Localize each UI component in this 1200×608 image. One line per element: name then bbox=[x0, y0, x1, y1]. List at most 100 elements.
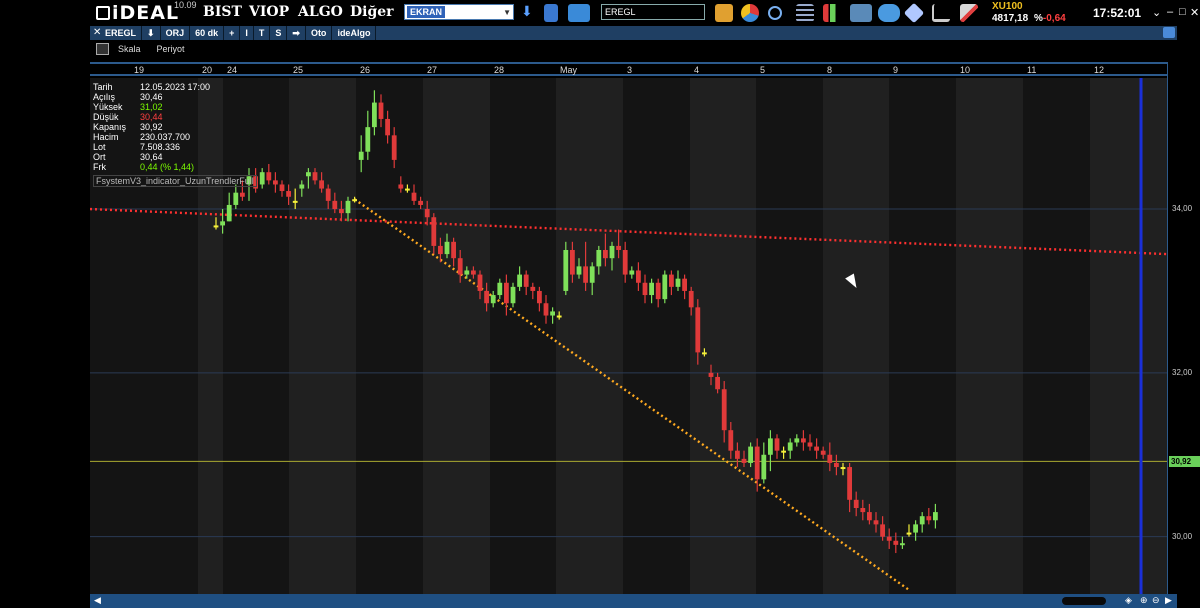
candle bbox=[721, 381, 727, 443]
info-key: Lot bbox=[93, 142, 106, 152]
current-price-label: 30,92 bbox=[1169, 456, 1200, 468]
close-button[interactable]: ✕ bbox=[1190, 6, 1199, 19]
candle-body bbox=[748, 446, 753, 463]
candle bbox=[820, 446, 826, 459]
toolbar-orj-button[interactable]: ORJ bbox=[161, 26, 191, 40]
info-key: Yüksek bbox=[93, 102, 123, 112]
candle bbox=[636, 262, 641, 291]
news-icon[interactable] bbox=[850, 4, 872, 22]
cube-icon[interactable] bbox=[903, 2, 925, 24]
candle-body bbox=[853, 499, 859, 508]
candle bbox=[213, 217, 219, 230]
candle bbox=[372, 90, 377, 136]
scroll-right-icon[interactable]: ▶ bbox=[1165, 595, 1172, 606]
candle-body bbox=[550, 311, 555, 316]
logo-mark-icon bbox=[96, 6, 110, 20]
chart-subbar: Skala Periyot bbox=[90, 40, 1177, 58]
candle-body bbox=[768, 438, 773, 455]
screen-select[interactable]: EKRAN ▼ bbox=[404, 4, 514, 20]
info-value: 30,46 bbox=[140, 92, 163, 102]
candle-body bbox=[787, 442, 793, 451]
candle bbox=[220, 209, 225, 234]
scroll-zoom-out-icon[interactable]: ⊖ bbox=[1152, 595, 1160, 606]
candle-body bbox=[834, 462, 839, 468]
candle-body bbox=[721, 389, 727, 431]
candle bbox=[266, 164, 272, 185]
candles-icon[interactable] bbox=[823, 4, 841, 22]
download-arrow-icon[interactable]: ⬇ bbox=[521, 3, 533, 21]
candle-body bbox=[484, 290, 489, 304]
scale-button[interactable]: Skala bbox=[118, 44, 141, 54]
toolbar-period-button[interactable]: 60 dk bbox=[190, 26, 225, 40]
scroll-left-icon[interactable]: ◀ bbox=[94, 595, 101, 606]
candle-body bbox=[616, 245, 621, 250]
candle-body bbox=[464, 270, 470, 275]
menu-viop[interactable]: VIOP bbox=[249, 4, 289, 20]
toolbar-add-button[interactable]: + bbox=[224, 26, 241, 40]
toolbar-arrow-button[interactable]: ➡ bbox=[287, 26, 306, 40]
maximize-button[interactable]: □ bbox=[1179, 6, 1186, 18]
cart-icon[interactable] bbox=[932, 4, 950, 22]
candle bbox=[814, 438, 819, 459]
toolbar-t-button[interactable]: T bbox=[254, 26, 271, 40]
toolbar-down-button[interactable]: ⬇ bbox=[142, 26, 161, 40]
monitor-icon[interactable] bbox=[568, 4, 590, 22]
candle bbox=[629, 266, 635, 279]
candle-body bbox=[880, 524, 885, 537]
candle bbox=[919, 512, 925, 533]
scroll-zoom-icon[interactable]: ◈ bbox=[1125, 595, 1132, 606]
chart-plot-area[interactable] bbox=[90, 78, 1167, 594]
candle-body bbox=[438, 245, 443, 255]
date-axis: 19 20 24 25 26 27 28 May 3 4 5 8 9 10 11 12 bbox=[90, 62, 1167, 76]
toolbar-oto-button[interactable]: Oto bbox=[306, 26, 333, 40]
candle-body bbox=[352, 199, 357, 202]
scroll-zoom-in-icon[interactable]: ⊕ bbox=[1140, 595, 1148, 606]
candle-body bbox=[702, 352, 707, 355]
search-icon[interactable] bbox=[768, 6, 782, 20]
cloud-icon[interactable] bbox=[878, 4, 900, 22]
period-button[interactable]: Periyot bbox=[157, 44, 185, 54]
symbol-input[interactable]: EREGL bbox=[601, 4, 705, 20]
collapse-button[interactable]: ⌄ bbox=[1152, 6, 1161, 19]
info-key: Kapanış bbox=[93, 122, 127, 132]
horizontal-scrollbar[interactable]: ◀ ◈ ⊕ ⊖ ▶ bbox=[90, 594, 1177, 608]
candle-body bbox=[596, 250, 602, 267]
info-row: Düşük 30,44 bbox=[93, 112, 213, 122]
candle bbox=[589, 262, 595, 296]
info-row: Ort 30,64 bbox=[93, 152, 213, 162]
note-icon[interactable] bbox=[715, 4, 733, 22]
candle bbox=[576, 258, 582, 279]
twitter-icon[interactable] bbox=[1163, 27, 1175, 38]
toolbar-s-button[interactable]: S bbox=[270, 26, 288, 40]
info-row: Frk 0,44 (% 1,44) bbox=[93, 162, 213, 172]
menu-diger[interactable]: Diğer bbox=[350, 4, 394, 20]
date-tick-label: 27 bbox=[427, 65, 438, 75]
price-tick-label: 32,00 bbox=[1172, 367, 1193, 377]
indicator-label[interactable]: FsystemV3_indicator_UzunTrendlerFull bbox=[93, 175, 257, 187]
candle bbox=[325, 184, 331, 210]
toolbar-i-button[interactable]: I bbox=[240, 26, 254, 40]
date-tick-label: 19 bbox=[134, 65, 145, 75]
minimize-button[interactable]: – bbox=[1167, 6, 1173, 18]
menu-bist[interactable]: BIST bbox=[203, 4, 242, 20]
candle bbox=[319, 172, 324, 193]
candle-body bbox=[273, 180, 278, 185]
index-pct-label: % bbox=[1034, 13, 1043, 24]
toolbar-idealgo-button[interactable]: ideAlgo bbox=[332, 26, 377, 40]
save-icon[interactable] bbox=[96, 43, 109, 55]
candle bbox=[431, 213, 437, 255]
menu-algo[interactable]: ALGO bbox=[298, 4, 343, 20]
candle bbox=[299, 180, 305, 197]
info-row: Tarih 12.05.2023 17:00 bbox=[93, 82, 213, 92]
candle-body bbox=[900, 543, 905, 546]
chart-close-icon[interactable]: ✕ bbox=[93, 27, 101, 38]
scroll-thumb[interactable] bbox=[1062, 597, 1106, 605]
list-icon[interactable] bbox=[796, 4, 814, 22]
date-tick-label: 11 bbox=[1027, 65, 1037, 75]
pie-chart-icon[interactable] bbox=[741, 4, 759, 22]
candle bbox=[933, 503, 938, 529]
candle bbox=[451, 237, 456, 267]
tools-icon[interactable] bbox=[960, 4, 978, 22]
date-tick-label: May bbox=[560, 65, 578, 75]
document-icon[interactable] bbox=[544, 4, 558, 22]
